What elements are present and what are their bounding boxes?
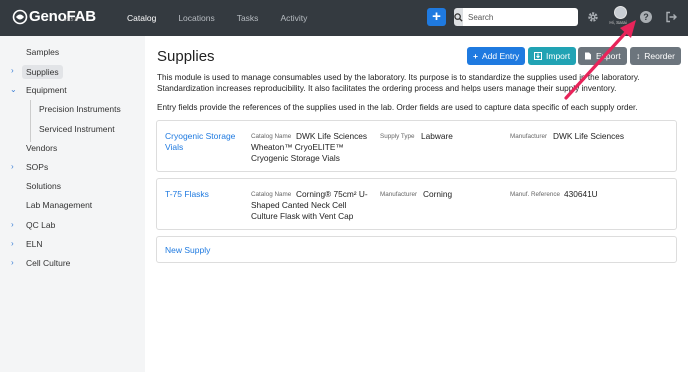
sidebar-item-samples[interactable]: Samples: [26, 47, 59, 57]
sidebar-item-serviced-instrument[interactable]: Serviced Instrument: [39, 124, 115, 134]
app-logo[interactable]: GenoFAB: [12, 8, 96, 25]
nav-catalog[interactable]: Catalog: [127, 13, 156, 23]
field-value: Corning: [423, 189, 453, 199]
search-icon[interactable]: [454, 8, 463, 26]
sidebar-item-solutions[interactable]: Solutions: [26, 181, 61, 191]
field-label: Manufacturer: [380, 191, 418, 198]
sidebar: Samples › Supplies ⌄ Equipment Precision…: [0, 36, 145, 372]
sidebar-item-qc-lab[interactable]: QC Lab: [26, 220, 55, 230]
sidebar-item-supplies[interactable]: Supplies: [22, 65, 63, 79]
supply-link-cryogenic-vials[interactable]: Cryogenic Storage Vials: [165, 131, 237, 153]
field-value: DWK Life Sciences: [553, 131, 625, 141]
plus-icon: +: [473, 51, 478, 61]
chevron-right-icon[interactable]: ›: [11, 66, 14, 75]
new-supply-link[interactable]: New Supply: [165, 245, 210, 256]
chevron-right-icon[interactable]: ›: [11, 239, 14, 248]
nav-locations[interactable]: Locations: [178, 13, 214, 23]
field-value: Corning® 75cm² U-Shaped Canted Neck Cell…: [251, 189, 368, 221]
page-title: Supplies: [157, 48, 215, 65]
page-description-fields: Entry fields provide the references of t…: [157, 103, 638, 112]
nav-tasks[interactable]: Tasks: [237, 13, 259, 23]
import-icon: [534, 52, 542, 60]
sidebar-item-cell-culture[interactable]: Cell Culture: [26, 258, 70, 268]
sidebar-item-precision-instruments[interactable]: Precision Instruments: [39, 104, 121, 114]
annotation-arrow: [564, 20, 636, 100]
supply-link-t75-flasks[interactable]: T-75 Flasks: [165, 189, 209, 200]
quick-add-button[interactable]: +: [427, 8, 446, 26]
new-supply-card: New Supply: [156, 236, 677, 263]
tree-line: [30, 100, 31, 142]
logo-text: GenoFAB: [29, 8, 96, 25]
field-value: DWK Life Sciences Wheaton™ CryoELITE™ Cr…: [251, 131, 368, 163]
field-label: Supply Type: [380, 133, 415, 140]
app-version: v1.5.8: [64, 17, 78, 23]
chevron-right-icon[interactable]: ›: [11, 258, 14, 267]
field-value: Labware: [421, 131, 453, 141]
supply-card: Cryogenic Storage Vials Catalog Name DWK…: [156, 120, 677, 172]
sidebar-item-lab-management[interactable]: Lab Management: [26, 200, 92, 210]
sidebar-item-sops[interactable]: SOPs: [26, 162, 48, 172]
field-label: Manufacturer: [510, 133, 548, 140]
field-label: Manuf. Reference: [510, 191, 561, 198]
add-entry-button[interactable]: + Add Entry: [467, 47, 526, 65]
sidebar-item-vendors[interactable]: Vendors: [26, 143, 57, 153]
sidebar-item-eln[interactable]: ELN: [26, 239, 43, 249]
sidebar-item-equipment[interactable]: Equipment: [26, 85, 67, 95]
add-entry-label: Add Entry: [481, 51, 520, 61]
field-value: 430641U: [564, 189, 598, 199]
reorder-label: Reorder: [644, 51, 675, 61]
search-box: [454, 8, 578, 26]
logo-mark-icon: [12, 9, 28, 24]
chevron-right-icon[interactable]: ›: [11, 162, 14, 171]
chevron-down-icon[interactable]: ⌄: [10, 85, 17, 94]
supply-card: T-75 Flasks Catalog Name Corning® 75cm² …: [156, 178, 677, 230]
chevron-right-icon[interactable]: ›: [11, 220, 14, 229]
logout-icon[interactable]: [665, 11, 677, 23]
nav-activity[interactable]: Activity: [280, 13, 307, 23]
main-nav: Catalog Locations Tasks Activity: [127, 0, 329, 36]
help-icon[interactable]: ?: [640, 11, 652, 23]
